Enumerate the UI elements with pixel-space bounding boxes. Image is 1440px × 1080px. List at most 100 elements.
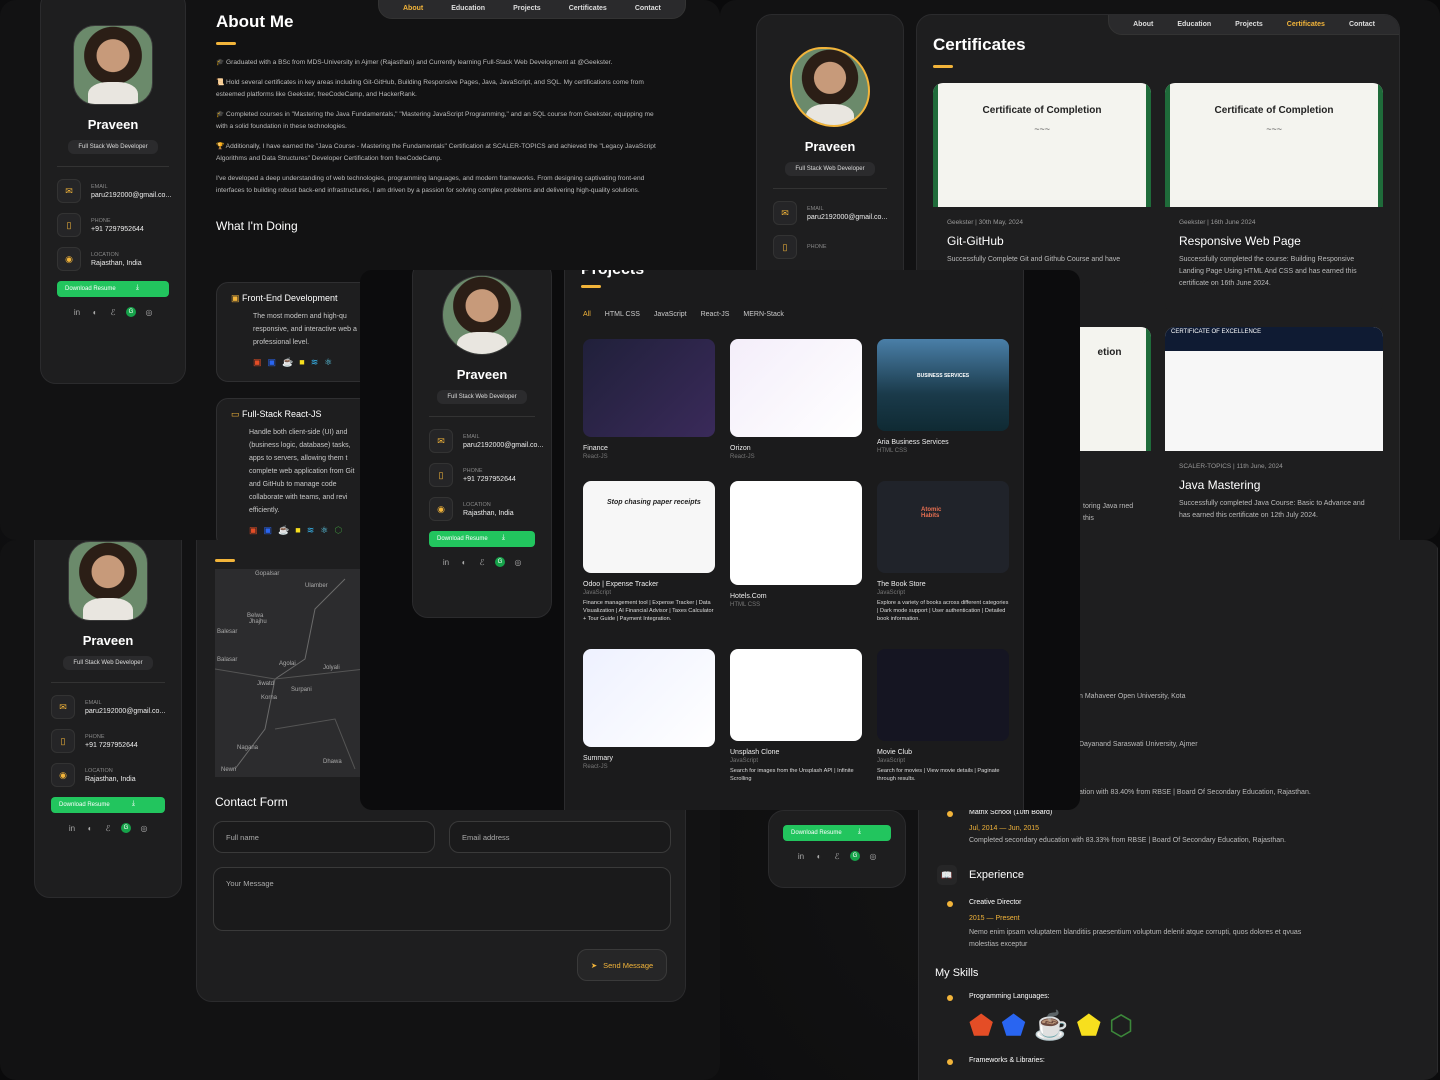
linkedin-icon[interactable]: in [72,307,82,317]
email-value[interactable]: paru2192000@gmail.co... [85,708,165,715]
about-title: About Me [216,12,294,31]
certificate-desc: Successfully completed the course: Build… [1179,256,1357,287]
project-title: Hotels.Com [730,593,767,600]
linkedin-icon[interactable]: in [441,557,451,567]
phone-value[interactable]: +91 7297952644 [463,476,516,483]
phone-value[interactable]: +91 7297952644 [91,226,144,233]
email-value[interactable]: paru2192000@gmail.co... [463,442,543,449]
project-card[interactable]: Summary React-JS [583,649,715,770]
download-resume-button[interactable]: Download Resume [783,825,891,841]
download-resume-button[interactable]: Download Resume [57,281,169,297]
filter-all[interactable]: All [583,311,591,318]
email-item: ✉ EMAIL paru2192000@gmail.co... [773,201,887,225]
title-underline [933,65,953,68]
email-label: EMAIL [85,699,102,706]
map-label: Newri [221,767,237,773]
project-card[interactable]: Hotels.Com HTML CSS [730,481,862,608]
signature-script: ~~~ [1034,124,1050,134]
project-card[interactable]: Unsplash Clone JavaScript Search for image… [730,649,862,783]
service-desc: Handle both client-side (UI) and (busine… [249,429,355,514]
profile-role: Full Stack Web Developer [68,140,158,154]
css3-icon: ▣ [267,357,277,367]
skills-subtitle: Programming Languages: [969,993,1050,1000]
nav-certificates[interactable]: Certificates [569,5,607,12]
instagram-icon[interactable]: ◎ [868,851,878,861]
github-icon[interactable]: ◐ [814,851,824,861]
nav-certificates[interactable]: Certificates [1287,21,1325,28]
contact-title: Contact Form [215,795,288,809]
experience-date: 2015 — Present [969,915,1020,922]
project-card[interactable]: Stop chasing paper receipts Odoo | Expens… [583,481,715,623]
phone-item: ▯ PHONE [773,235,887,259]
nav-about[interactable]: About [403,5,423,12]
location-label: LOCATION [85,767,113,774]
nav-education[interactable]: Education [1177,21,1211,28]
geekster-icon[interactable]: G [850,851,860,861]
geekster-icon[interactable]: G [121,823,131,833]
certificate-card[interactable]: Certificate of Completion ~~~ Geekster |… [1165,83,1383,313]
email-input[interactable]: Email address [449,821,671,853]
phone-value[interactable]: +91 7297952644 [85,742,138,749]
project-category: JavaScript [730,758,759,764]
project-title: Finance [583,445,608,452]
download-resume-button[interactable]: Download Resume [429,531,535,547]
instagram-icon[interactable]: ◎ [513,557,523,567]
project-card[interactable]: Orizon React-JS [730,339,862,460]
certificate-desc: Successfully completed Java Course: Basi… [1179,500,1365,519]
freecodecamp-icon[interactable]: ℰ [832,851,842,861]
project-card[interactable]: Movie Club JavaScript Search for movies | … [877,649,1009,783]
filter-mern-stack[interactable]: MERN-Stack [743,311,783,318]
nav-education[interactable]: Education [451,5,485,12]
location-pin-icon: ◉ [429,497,453,521]
email-value[interactable]: paru2192000@gmail.co... [91,192,171,199]
tech-icons: ▣ ▣ ☕ ■ ≋ ⚛ [231,357,332,368]
send-message-button[interactable]: ➤ Send Message [577,949,667,981]
fullname-input[interactable]: Full name [213,821,435,853]
profile-name: Praveen [82,633,134,648]
java-icon: ☕ [278,525,290,535]
freecodecamp-icon[interactable]: ℰ [477,557,487,567]
download-resume-button[interactable]: Download Resume [51,797,165,813]
email-value[interactable]: paru2192000@gmail.co... [807,214,887,221]
certificate-card[interactable]: CERTIFICATE OF EXCELLENCE SCALER-TOPICS … [1165,327,1383,540]
phone-item: ▯ PHONE +91 7297952644 [429,463,535,487]
java-icon: ☕ [282,357,294,367]
filter-react-js[interactable]: React-JS [701,311,730,318]
freecodecamp-icon[interactable]: ℰ [103,823,113,833]
projects-main: Projects All HTML CSS JavaScript React-JS ME… [564,270,1024,810]
instagram-icon[interactable]: ◎ [144,307,154,317]
project-category: JavaScript [877,590,906,596]
nav-contact[interactable]: Contact [635,5,661,12]
certificate-card[interactable]: Certificate of Completion ~~~ Geekster |… [933,83,1151,283]
divider [773,188,887,189]
project-card[interactable]: Atomic Habits The Book Store JavaScript Exp… [877,481,1009,623]
linkedin-icon[interactable]: in [67,823,77,833]
mail-icon: ✉ [773,201,797,225]
certificates-title: Certificates [933,35,1026,54]
freecodecamp-icon[interactable]: ℰ [108,307,118,317]
project-title: Summary [583,755,613,762]
github-icon[interactable]: ◐ [459,557,469,567]
linkedin-icon[interactable]: in [796,851,806,861]
nav-projects[interactable]: Projects [1235,21,1263,28]
nav-contact[interactable]: Contact [1349,21,1375,28]
project-card[interactable]: BUSINESS SERVICES Aria Business Services H… [877,339,1009,454]
experience-heading: 📖 Experience [937,865,1024,885]
certificate-image: Certificate of Completion ~~~ [933,83,1151,207]
project-title: Unsplash Clone [730,749,780,756]
filter-html-css[interactable]: HTML CSS [605,311,640,318]
instagram-icon[interactable]: ◎ [139,823,149,833]
location-label: LOCATION [91,251,119,258]
github-icon[interactable]: ◐ [90,307,100,317]
geekster-icon[interactable]: G [126,307,136,317]
github-icon[interactable]: ◐ [85,823,95,833]
nav-about[interactable]: About [1133,21,1153,28]
profile-role: Full Stack Web Developer [63,656,153,670]
project-card[interactable]: Finance React-JS [583,339,715,460]
filter-javascript[interactable]: JavaScript [654,311,687,318]
message-textarea[interactable]: Your Message [213,867,671,931]
geekster-icon[interactable]: G [495,557,505,567]
profile-name: Praveen [804,139,856,154]
nav-projects[interactable]: Projects [513,5,541,12]
social-links: in ◐ ℰ G ◎ [41,307,185,317]
